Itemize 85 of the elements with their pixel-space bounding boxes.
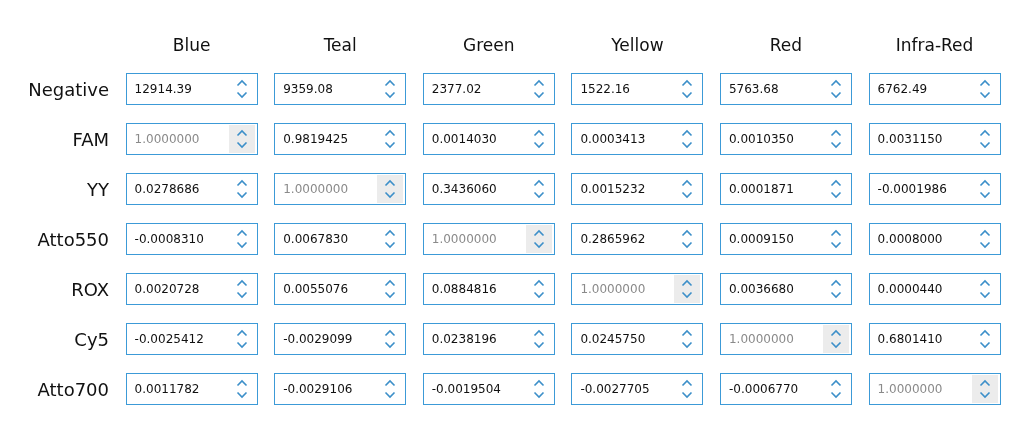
spinner-icon[interactable] [532,329,545,349]
number-field[interactable]: 0.0010350 [719,123,852,155]
row-label: Atto700 [37,378,109,400]
number-field[interactable]: -0.0027705 [571,373,704,405]
number-field[interactable]: 5763.68 [719,73,852,105]
spinner-icon[interactable] [235,229,248,249]
spinner-icon[interactable] [235,179,248,199]
number-field[interactable]: 1522.16 [571,73,704,105]
number-field[interactable]: -0.0029106 [274,373,407,405]
number-field[interactable]: 0.9819425 [274,123,407,155]
spinner-icon[interactable] [532,79,545,99]
spinner-icon[interactable] [532,129,545,149]
column-header: Blue [172,35,211,55]
number-field[interactable]: 0.6801410 [868,323,1001,355]
spinner-icon[interactable] [978,229,991,249]
spinner-icon[interactable] [829,279,842,299]
spinner-icon[interactable] [978,129,991,149]
spinner-icon[interactable] [532,279,545,299]
spinner-icon[interactable] [235,379,248,399]
spinner-icon[interactable] [681,179,694,199]
number-field[interactable]: 0.0031150 [868,123,1001,155]
number-field[interactable]: 0.0238196 [422,323,555,355]
spinner-icon[interactable] [384,379,397,399]
spinner-icon[interactable] [681,379,694,399]
number-field[interactable]: 0.0055076 [274,273,407,305]
number-field[interactable]: 0.3436060 [422,173,555,205]
number-field[interactable]: 0.0020728 [125,273,258,305]
spinner-icon[interactable] [829,229,842,249]
number-field[interactable]: 0.0036680 [719,273,852,305]
number-field[interactable]: 6762.49 [868,73,1001,105]
spinner-icon[interactable] [681,329,694,349]
number-field[interactable]: -0.0006770 [719,373,852,405]
spinner-icon[interactable] [384,329,397,349]
column-header: Teal [323,35,357,55]
number-field[interactable]: -0.0008310 [125,223,258,255]
row-label: FAM [72,128,109,150]
number-field[interactable]: 0.0003413 [571,123,704,155]
spinner-icon[interactable] [681,129,694,149]
column-header: Infra-Red [895,35,974,55]
spinner-icon[interactable] [829,179,842,199]
number-field[interactable]: -0.0001986 [868,173,1001,205]
number-field[interactable]: -0.0025412 [125,323,258,355]
spinner-icon[interactable] [829,129,842,149]
number-field[interactable]: 0.0278686 [125,173,258,205]
row-label: Negative [28,78,109,100]
spinner-icon[interactable] [681,79,694,99]
number-field[interactable]: 9359.08 [274,73,407,105]
number-field[interactable]: 12914.39 [125,73,258,105]
row-label: ROX [71,278,109,300]
number-field[interactable]: 0.0014030 [422,123,555,155]
number-field[interactable]: 0.0001871 [719,173,852,205]
spinner-icon[interactable] [532,379,545,399]
spinner-icon[interactable] [829,79,842,99]
spinner-icon[interactable] [384,279,397,299]
spinner-icon[interactable] [978,329,991,349]
spinner-icon[interactable] [235,79,248,99]
column-header: Yellow [611,35,664,55]
spinner-icon[interactable] [532,179,545,199]
spinner-icon[interactable] [384,79,397,99]
number-field[interactable]: 0.0000440 [868,273,1001,305]
row-label: Atto550 [37,228,109,250]
number-field[interactable]: -0.0019504 [422,373,555,405]
spinner-icon[interactable] [978,79,991,99]
number-field[interactable]: 0.0015232 [571,173,704,205]
number-field[interactable]: 0.0008000 [868,223,1001,255]
number-field[interactable]: 0.0884816 [422,273,555,305]
spinner-icon[interactable] [978,179,991,199]
column-header: Red [769,35,803,55]
spinner-icon[interactable] [384,229,397,249]
number-field[interactable]: 0.0009150 [719,223,852,255]
number-field[interactable]: 0.2865962 [571,223,704,255]
spinner-icon[interactable] [978,279,991,299]
spinner-icon[interactable] [384,129,397,149]
number-field[interactable]: -0.0029099 [274,323,407,355]
spinner-icon[interactable] [829,379,842,399]
spinner-icon[interactable] [681,229,694,249]
row-label: Cy5 [74,328,109,350]
number-field[interactable]: 0.0011782 [125,373,258,405]
number-field[interactable]: 0.0067830 [274,223,407,255]
spinner-icon[interactable] [235,279,248,299]
column-header: Green [463,35,515,55]
number-field[interactable]: 2377.02 [422,73,555,105]
row-label: YY [87,178,109,200]
spinner-icon[interactable] [235,329,248,349]
number-field[interactable]: 0.0245750 [571,323,704,355]
